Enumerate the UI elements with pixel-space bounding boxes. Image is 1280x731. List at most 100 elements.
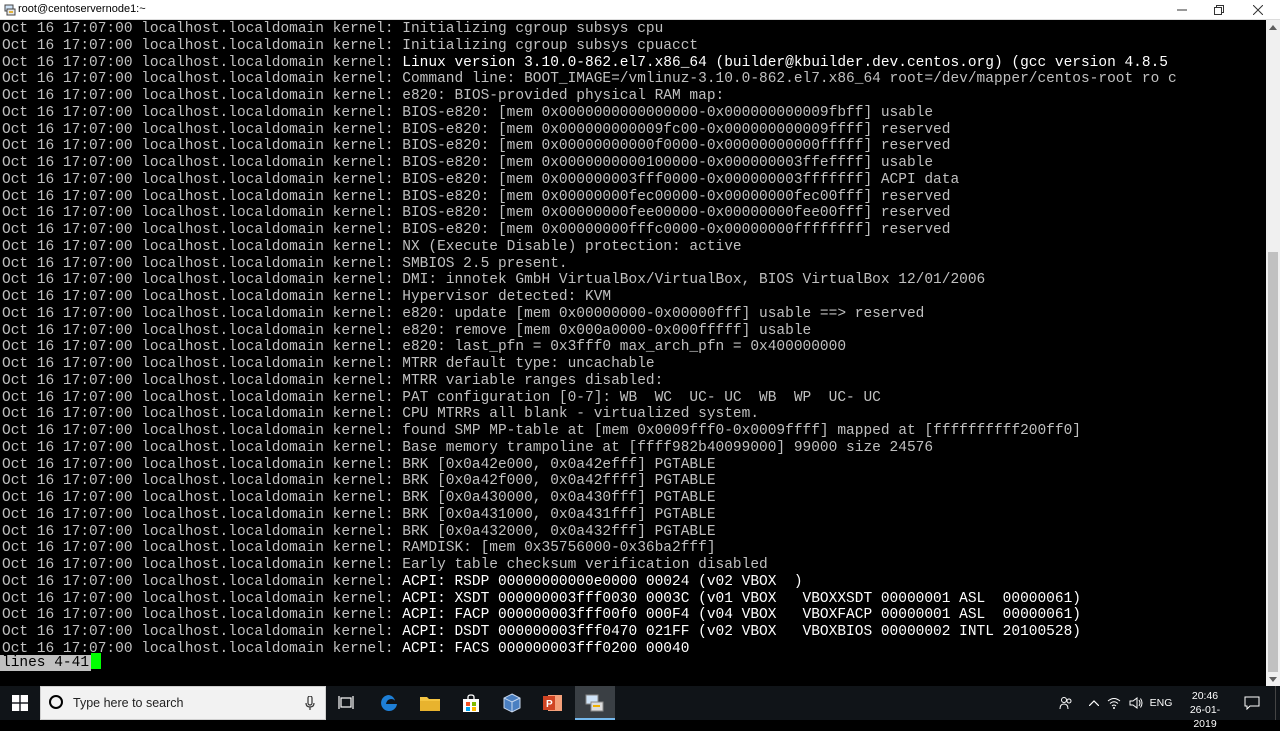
log-message: ACPI: DSDT 000000003fff0470 021FF (v02 V… [402,624,1081,640]
log-prefix: Oct 16 17:07:00 localhost.localdomain ke… [2,372,403,389]
window-titlebar[interactable]: root@centoservernode1:~ [0,0,1280,20]
vertical-scrollbar[interactable] [1266,20,1280,686]
log-line: Oct 16 17:07:00 localhost.localdomain ke… [2,122,1177,139]
log-line: Oct 16 17:07:00 localhost.localdomain ke… [2,524,1177,541]
log-prefix: Oct 16 17:07:00 localhost.localdomain ke… [2,624,403,640]
log-message: MTRR default type: uncachable [402,356,655,372]
log-line: Oct 16 17:07:00 localhost.localdomain ke… [2,423,1177,440]
show-desktop-button[interactable] [1275,686,1280,720]
log-message: BIOS-e820: [mem 0x0000000000000000-0x000… [402,104,934,121]
log-line: Oct 16 17:07:00 localhost.localdomain ke… [2,88,1177,105]
log-prefix: Oct 16 17:07:00 localhost.localdomain ke… [2,389,403,406]
log-line: Oct 16 17:07:00 localhost.localdomain ke… [2,55,1177,72]
minimize-button[interactable] [1162,0,1202,19]
log-message: found SMP MP-table at [mem 0x0009fff0-0x… [402,423,1081,439]
input-language[interactable]: ENG [1148,686,1174,720]
log-message: BIOS-e820: [mem 0x00000000fffc0000-0x000… [402,222,951,238]
svg-text:P: P [546,699,553,710]
log-line: Oct 16 17:07:00 localhost.localdomain ke… [2,138,1177,155]
log-prefix: Oct 16 17:07:00 localhost.localdomain ke… [2,506,403,523]
log-line: Oct 16 17:07:00 localhost.localdomain ke… [2,507,1177,524]
log-line: Oct 16 17:07:00 localhost.localdomain ke… [2,540,1177,557]
log-line: Oct 16 17:07:00 localhost.localdomain ke… [2,591,1177,608]
log-line: Oct 16 17:07:00 localhost.localdomain ke… [2,289,1177,306]
log-line: Oct 16 17:07:00 localhost.localdomain ke… [2,440,1177,457]
log-message: BRK [0x0a430000, 0x0a430fff] PGTABLE [402,490,716,506]
log-line: Oct 16 17:07:00 localhost.localdomain ke… [2,272,1177,289]
pager-status: lines 4-41 [0,655,92,671]
log-line: Oct 16 17:07:00 localhost.localdomain ke… [2,189,1177,206]
powerpoint-button[interactable]: P [533,686,573,720]
file-explorer-button[interactable] [410,686,450,720]
log-line: Oct 16 17:07:00 localhost.localdomain ke… [2,641,1177,658]
log-message: Initializing cgroup subsys cpuacct [402,37,699,54]
folder-icon [420,697,440,711]
terminal-output[interactable]: Oct 16 17:07:00 localhost.localdomain ke… [0,20,1266,686]
log-prefix: Oct 16 17:07:00 localhost.localdomain ke… [2,188,403,205]
putty-taskbar-button[interactable] [575,686,615,720]
volume-icon[interactable] [1127,686,1145,720]
windows-logo-icon [12,695,28,711]
log-line: Oct 16 17:07:00 localhost.localdomain ke… [2,490,1177,507]
search-circle-icon [49,695,63,709]
log-prefix: Oct 16 17:07:00 localhost.localdomain ke… [2,607,403,624]
log-message: ACPI: XSDT 000000003fff0030 0003C (v01 V… [402,590,1081,607]
log-prefix: Oct 16 17:07:00 localhost.localdomain ke… [2,439,403,456]
window-title: root@centoservernode1:~ [18,3,146,15]
log-line: Oct 16 17:07:00 localhost.localdomain ke… [2,239,1177,256]
restore-button[interactable] [1199,0,1239,19]
log-prefix: Oct 16 17:07:00 localhost.localdomain ke… [2,171,403,188]
store-icon [463,694,479,712]
log-line: Oct 16 17:07:00 localhost.localdomain ke… [2,557,1177,574]
log-line: Oct 16 17:07:00 localhost.localdomain ke… [2,155,1177,172]
microphone-icon[interactable] [305,695,315,716]
edge-taskbar-button[interactable] [369,686,409,720]
log-message: BIOS-e820: [mem 0x00000000000f0000-0x000… [402,138,951,155]
log-prefix: Oct 16 17:07:00 localhost.localdomain ke… [2,557,403,573]
chevron-up-icon[interactable] [1086,686,1102,720]
start-button[interactable] [0,686,40,720]
log-prefix: Oct 16 17:07:00 localhost.localdomain ke… [2,104,403,121]
edge-icon [381,695,397,711]
log-message: BRK [0x0a431000, 0x0a431fff] PGTABLE [402,506,716,523]
log-prefix: Oct 16 17:07:00 localhost.localdomain ke… [2,272,403,289]
cube-icon [503,693,521,713]
log-prefix: Oct 16 17:07:00 localhost.localdomain ke… [2,255,403,272]
log-prefix: Oct 16 17:07:00 localhost.localdomain ke… [2,590,403,607]
log-line: Oct 16 17:07:00 localhost.localdomain ke… [2,624,1177,641]
close-button[interactable] [1238,0,1278,19]
virtualbox-button[interactable] [492,686,532,720]
putty-app-icon[interactable] [4,3,16,16]
scroll-down-arrow-icon[interactable] [1266,672,1280,686]
log-prefix: Oct 16 17:07:00 localhost.localdomain ke… [2,406,403,423]
scrollbar-thumb[interactable] [1268,252,1278,672]
putty-icon [585,694,604,712]
taskbar-search-box[interactable]: Type here to search [40,686,326,720]
system-clock[interactable]: 20:46 26-01-2019 [1180,689,1230,731]
log-line: Oct 16 17:07:00 localhost.localdomain ke… [2,607,1177,624]
log-line: Oct 16 17:07:00 localhost.localdomain ke… [2,339,1177,356]
log-prefix: Oct 16 17:07:00 localhost.localdomain ke… [2,573,403,590]
log-message: MTRR variable ranges disabled: [402,372,664,389]
people-icon[interactable] [1056,686,1076,720]
log-line: Oct 16 17:07:00 localhost.localdomain ke… [2,105,1177,122]
log-message: Hypervisor detected: KVM [402,289,612,305]
network-icon[interactable] [1105,686,1123,720]
log-line: Oct 16 17:07:00 localhost.localdomain ke… [2,574,1177,591]
task-view-button[interactable] [326,686,366,720]
log-message: e820: last_pfn = 0x3fff0 max_arch_pfn = … [402,339,847,356]
log-line: Oct 16 17:07:00 localhost.localdomain ke… [2,21,1177,38]
log-prefix: Oct 16 17:07:00 localhost.localdomain ke… [2,305,403,322]
log-line: Oct 16 17:07:00 localhost.localdomain ke… [2,373,1177,390]
log-prefix: Oct 16 17:07:00 localhost.localdomain ke… [2,238,403,255]
log-message: Command line: BOOT_IMAGE=/vmlinuz-3.10.0… [402,71,1177,88]
terminal-cursor [91,653,102,669]
log-line: Oct 16 17:07:00 localhost.localdomain ke… [2,71,1177,88]
scroll-up-arrow-icon[interactable] [1266,20,1280,34]
log-message: Initializing cgroup subsys cpu [402,21,664,37]
log-message: Linux version 3.10.0-862.el7.x86_64 (bui… [402,54,1168,71]
store-button[interactable] [451,686,491,720]
log-message: e820: BIOS-provided physical RAM map: [402,88,725,104]
notification-icon[interactable] [1240,686,1264,720]
log-message: BIOS-e820: [mem 0x0000000000100000-0x000… [402,155,934,171]
